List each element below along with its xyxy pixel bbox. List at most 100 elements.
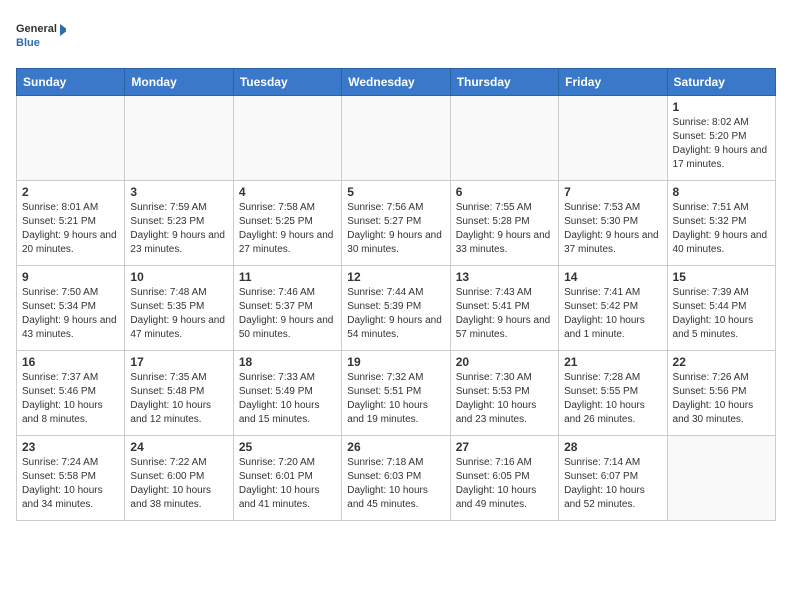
week-row-4: 16 Sunrise: 7:37 AM Sunset: 5:46 PM Dayli… xyxy=(17,351,776,436)
calendar-cell: 3 Sunrise: 7:59 AM Sunset: 5:23 PM Daylig… xyxy=(125,181,233,266)
day-info: Sunrise: 7:16 AM Sunset: 6:05 PM Dayligh… xyxy=(456,456,553,512)
day-info: Sunrise: 7:59 AM Sunset: 5:23 PM Dayligh… xyxy=(130,201,227,257)
day-info: Sunrise: 7:26 AM Sunset: 5:56 PM Dayligh… xyxy=(673,371,770,427)
calendar-cell: 8Sunrise: 7:51 AM Sunset: 5:32 PM Daylig… xyxy=(667,181,775,266)
weekday-header-saturday: Saturday xyxy=(667,69,775,96)
weekday-header-sunday: Sunday xyxy=(17,69,125,96)
day-info: Sunrise: 7:28 AM Sunset: 5:55 PM Dayligh… xyxy=(564,371,661,427)
calendar-cell: 28 Sunrise: 7:14 AM Sunset: 6:07 PM Dayli… xyxy=(559,436,667,521)
day-number: 6 xyxy=(456,185,553,199)
calendar-cell xyxy=(17,96,125,181)
calendar-table: SundayMondayTuesdayWednesdayThursdayFrid… xyxy=(16,68,776,521)
day-number: 11 xyxy=(239,270,336,284)
day-info: Sunrise: 7:53 AM Sunset: 5:30 PM Dayligh… xyxy=(564,201,661,257)
calendar-cell: 16 Sunrise: 7:37 AM Sunset: 5:46 PM Dayli… xyxy=(17,351,125,436)
day-number: 4 xyxy=(239,185,336,199)
day-number: 5 xyxy=(347,185,444,199)
day-number: 1 xyxy=(673,100,770,114)
svg-text:Blue: Blue xyxy=(16,37,40,49)
day-info: Sunrise: 7:18 AM Sunset: 6:03 PM Dayligh… xyxy=(347,456,444,512)
calendar-cell: 20 Sunrise: 7:30 AM Sunset: 5:53 PM Dayli… xyxy=(450,351,558,436)
day-number: 9 xyxy=(22,270,119,284)
day-number: 15 xyxy=(673,270,770,284)
day-number: 26 xyxy=(347,440,444,454)
calendar-cell xyxy=(125,96,233,181)
day-info: Sunrise: 7:44 AM Sunset: 5:39 PM Dayligh… xyxy=(347,286,444,342)
calendar-cell: 2 Sunrise: 8:01 AM Sunset: 5:21 PM Daylig… xyxy=(17,181,125,266)
weekday-header-friday: Friday xyxy=(559,69,667,96)
logo-svg: General Blue xyxy=(16,16,66,56)
day-info: Sunrise: 7:33 AM Sunset: 5:49 PM Dayligh… xyxy=(239,371,336,427)
weekday-header-tuesday: Tuesday xyxy=(233,69,341,96)
logo: General Blue xyxy=(16,16,66,56)
calendar-cell xyxy=(667,436,775,521)
day-info: Sunrise: 7:20 AM Sunset: 6:01 PM Dayligh… xyxy=(239,456,336,512)
day-info: Sunrise: 7:41 AM Sunset: 5:42 PM Dayligh… xyxy=(564,286,661,342)
calendar-cell: 27 Sunrise: 7:16 AM Sunset: 6:05 PM Dayli… xyxy=(450,436,558,521)
day-number: 10 xyxy=(130,270,227,284)
day-number: 24 xyxy=(130,440,227,454)
weekday-header-thursday: Thursday xyxy=(450,69,558,96)
day-number: 22 xyxy=(673,355,770,369)
calendar-cell: 19 Sunrise: 7:32 AM Sunset: 5:51 PM Dayli… xyxy=(342,351,450,436)
day-number: 14 xyxy=(564,270,661,284)
calendar-cell: 14 Sunrise: 7:41 AM Sunset: 5:42 PM Dayli… xyxy=(559,266,667,351)
calendar-cell xyxy=(559,96,667,181)
day-number: 3 xyxy=(130,185,227,199)
calendar-cell: 17 Sunrise: 7:35 AM Sunset: 5:48 PM Dayli… xyxy=(125,351,233,436)
day-info: Sunrise: 7:39 AM Sunset: 5:44 PM Dayligh… xyxy=(673,286,770,342)
day-number: 27 xyxy=(456,440,553,454)
calendar-cell: 24 Sunrise: 7:22 AM Sunset: 6:00 PM Dayli… xyxy=(125,436,233,521)
day-number: 28 xyxy=(564,440,661,454)
calendar-cell: 13 Sunrise: 7:43 AM Sunset: 5:41 PM Dayli… xyxy=(450,266,558,351)
calendar-cell xyxy=(342,96,450,181)
svg-text:General: General xyxy=(16,23,57,35)
day-number: 8 xyxy=(673,185,770,199)
day-number: 16 xyxy=(22,355,119,369)
week-row-5: 23 Sunrise: 7:24 AM Sunset: 5:58 PM Dayli… xyxy=(17,436,776,521)
calendar-cell: 7 Sunrise: 7:53 AM Sunset: 5:30 PM Daylig… xyxy=(559,181,667,266)
week-row-3: 9Sunrise: 7:50 AM Sunset: 5:34 PM Daylig… xyxy=(17,266,776,351)
day-number: 20 xyxy=(456,355,553,369)
day-info: Sunrise: 7:32 AM Sunset: 5:51 PM Dayligh… xyxy=(347,371,444,427)
day-info: Sunrise: 7:24 AM Sunset: 5:58 PM Dayligh… xyxy=(22,456,119,512)
day-info: Sunrise: 7:46 AM Sunset: 5:37 PM Dayligh… xyxy=(239,286,336,342)
day-number: 23 xyxy=(22,440,119,454)
day-info: Sunrise: 7:35 AM Sunset: 5:48 PM Dayligh… xyxy=(130,371,227,427)
day-info: Sunrise: 8:02 AM Sunset: 5:20 PM Dayligh… xyxy=(673,116,770,172)
calendar-cell xyxy=(233,96,341,181)
calendar-cell: 25Sunrise: 7:20 AM Sunset: 6:01 PM Dayli… xyxy=(233,436,341,521)
calendar-cell: 22 Sunrise: 7:26 AM Sunset: 5:56 PM Dayli… xyxy=(667,351,775,436)
calendar-cell: 1 Sunrise: 8:02 AM Sunset: 5:20 PM Daylig… xyxy=(667,96,775,181)
day-info: Sunrise: 7:58 AM Sunset: 5:25 PM Dayligh… xyxy=(239,201,336,257)
calendar-cell: 10 Sunrise: 7:48 AM Sunset: 5:35 PM Dayli… xyxy=(125,266,233,351)
day-info: Sunrise: 7:48 AM Sunset: 5:35 PM Dayligh… xyxy=(130,286,227,342)
day-info: Sunrise: 7:43 AM Sunset: 5:41 PM Dayligh… xyxy=(456,286,553,342)
weekday-header-row: SundayMondayTuesdayWednesdayThursdayFrid… xyxy=(17,69,776,96)
week-row-1: 1 Sunrise: 8:02 AM Sunset: 5:20 PM Daylig… xyxy=(17,96,776,181)
day-number: 17 xyxy=(130,355,227,369)
day-info: Sunrise: 7:37 AM Sunset: 5:46 PM Dayligh… xyxy=(22,371,119,427)
week-row-2: 2 Sunrise: 8:01 AM Sunset: 5:21 PM Daylig… xyxy=(17,181,776,266)
day-number: 2 xyxy=(22,185,119,199)
day-number: 7 xyxy=(564,185,661,199)
calendar-cell: 18 Sunrise: 7:33 AM Sunset: 5:49 PM Dayli… xyxy=(233,351,341,436)
day-number: 13 xyxy=(456,270,553,284)
day-info: Sunrise: 7:30 AM Sunset: 5:53 PM Dayligh… xyxy=(456,371,553,427)
day-number: 21 xyxy=(564,355,661,369)
day-info: Sunrise: 7:14 AM Sunset: 6:07 PM Dayligh… xyxy=(564,456,661,512)
calendar-cell: 26 Sunrise: 7:18 AM Sunset: 6:03 PM Dayli… xyxy=(342,436,450,521)
day-info: Sunrise: 8:01 AM Sunset: 5:21 PM Dayligh… xyxy=(22,201,119,257)
day-number: 19 xyxy=(347,355,444,369)
day-number: 18 xyxy=(239,355,336,369)
weekday-header-wednesday: Wednesday xyxy=(342,69,450,96)
weekday-header-monday: Monday xyxy=(125,69,233,96)
calendar-cell: 6 Sunrise: 7:55 AM Sunset: 5:28 PM Daylig… xyxy=(450,181,558,266)
day-info: Sunrise: 7:22 AM Sunset: 6:00 PM Dayligh… xyxy=(130,456,227,512)
calendar-cell: 4 Sunrise: 7:58 AM Sunset: 5:25 PM Daylig… xyxy=(233,181,341,266)
calendar-cell: 12 Sunrise: 7:44 AM Sunset: 5:39 PM Dayli… xyxy=(342,266,450,351)
calendar-cell: 23 Sunrise: 7:24 AM Sunset: 5:58 PM Dayli… xyxy=(17,436,125,521)
calendar-cell xyxy=(450,96,558,181)
day-info: Sunrise: 7:55 AM Sunset: 5:28 PM Dayligh… xyxy=(456,201,553,257)
day-number: 12 xyxy=(347,270,444,284)
